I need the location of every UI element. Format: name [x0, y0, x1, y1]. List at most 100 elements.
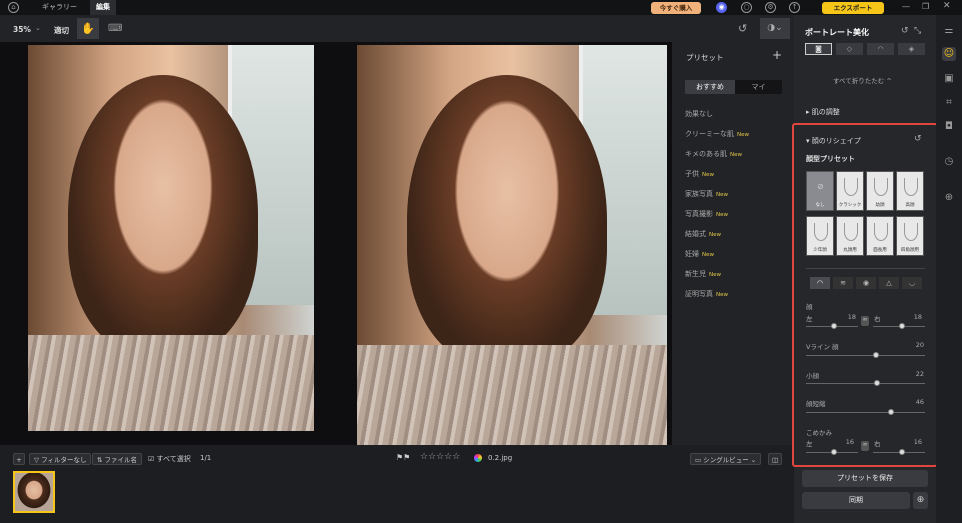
zoom-level[interactable]: 35% [13, 25, 31, 34]
sort-filename-button[interactable]: ⇅ ファイル名 [92, 453, 143, 465]
face-preset-long[interactable]: 面長用 [866, 216, 894, 256]
face-shorten-slider[interactable] [806, 412, 925, 413]
reset-icon[interactable]: ↺ [738, 22, 747, 35]
collapse-all-button[interactable]: すべて折りたたむ ^ [833, 75, 892, 85]
slider-knob[interactable] [831, 449, 837, 455]
portrait-icon[interactable]: ☺ [942, 47, 956, 61]
hair-mode-icon[interactable]: ◈ [898, 43, 925, 55]
camera-icon[interactable]: ◘ [942, 120, 956, 134]
preset-item[interactable]: 家族写真 New [685, 189, 728, 199]
vline-value: 20 [915, 341, 924, 349]
add-button[interactable]: + [13, 453, 25, 465]
toolbar: 35% ⌄ 適切 ✋ ⌨ ↺ ◑⌄ [0, 15, 794, 42]
preset-item[interactable]: 写真撮影 New [685, 209, 728, 219]
select-all-checkbox[interactable]: ☑ すべて選択 [148, 454, 191, 464]
preset-item[interactable]: 新生児 New [685, 269, 721, 279]
link-icon[interactable]: ∞ [861, 316, 869, 326]
home-icon[interactable]: ⌂ [8, 2, 19, 13]
maximize-icon[interactable]: ❐ [922, 2, 929, 11]
face-preset-baby[interactable]: 幼顔 [866, 171, 894, 211]
sync-settings-icon[interactable]: ⊕ [913, 492, 928, 509]
face-shorten-value: 46 [915, 398, 924, 406]
star-rating[interactable]: ☆☆☆☆☆ [420, 452, 460, 462]
face-left-value: 18 [847, 313, 856, 321]
link-icon[interactable]: ∞ [861, 441, 869, 451]
tab-gallery[interactable]: ギャラリー [36, 0, 83, 15]
tab-recommended[interactable]: おすすめ [685, 80, 735, 94]
preset-item[interactable]: 妊婦 New [685, 249, 714, 259]
add-icon[interactable]: ⊕ [942, 191, 956, 205]
upload-icon[interactable]: ↑ [789, 2, 800, 13]
vline-slider[interactable] [806, 355, 925, 356]
discord-icon[interactable]: ◉ [716, 2, 727, 13]
filmstrip-thumbnail[interactable] [13, 471, 55, 513]
flag-icon[interactable]: ⚑⚑ [396, 453, 410, 462]
history-icon[interactable]: ◷ [942, 155, 956, 169]
preset-item[interactable]: 子供 New [685, 169, 714, 179]
skin-section-header[interactable]: ▸ 肌の調整 [806, 107, 840, 117]
slider-knob[interactable] [873, 352, 879, 358]
slider-knob[interactable] [831, 323, 837, 329]
face-preset-square[interactable]: 四角顔用 [896, 216, 924, 256]
add-preset-icon[interactable]: + [772, 48, 782, 62]
right-label: 右 [874, 440, 881, 448]
preset-item[interactable]: キメのある肌 New [685, 149, 742, 159]
image-count: 1/1 [200, 454, 212, 462]
tab-edit[interactable]: 編集 [90, 0, 116, 15]
slider-knob[interactable] [899, 323, 905, 329]
minimize-icon[interactable]: — [902, 2, 910, 11]
slider-knob[interactable] [899, 449, 905, 455]
export-button[interactable]: エクスポート [822, 2, 884, 14]
expand-icon[interactable]: ⤡ [914, 26, 921, 36]
preset-item[interactable]: クリーミーな肌 New [685, 129, 749, 139]
right-label: 右 [874, 315, 881, 323]
mouth-icon[interactable]: ◡ [902, 277, 922, 289]
slider-knob[interactable] [874, 380, 880, 386]
face-shape-icon[interactable]: ◠ [810, 277, 830, 289]
face-preset-round[interactable]: 丸顔用 [836, 216, 864, 256]
eye-icon[interactable]: ◉ [856, 277, 876, 289]
preset-item[interactable]: 結婚式 New [685, 229, 721, 239]
sync-button[interactable]: 同期 [802, 492, 910, 509]
save-preset-button[interactable]: プリセットを保存 [802, 470, 928, 487]
body-mode-icon[interactable]: ◇ [836, 43, 863, 55]
reset-icon[interactable]: ↺ [914, 134, 922, 144]
crop-icon[interactable]: ⌗ [942, 96, 956, 110]
preset-item[interactable]: 証明写真 New [685, 289, 728, 299]
buy-now-button[interactable]: 今すぐ購入 [651, 2, 701, 14]
makeup-mode-icon[interactable]: ◠ [867, 43, 894, 55]
face-preset-high[interactable]: 高顔 [896, 171, 924, 211]
account-icon[interactable]: ○ [741, 2, 752, 13]
hand-tool-icon[interactable]: ✋ [77, 18, 99, 39]
chevron-down-icon[interactable]: ⌄ [35, 24, 41, 32]
face-preset-none[interactable]: ⊘ なし [806, 171, 834, 211]
face-preset-youth[interactable]: 少年顔 [806, 216, 834, 256]
face-mode-icon[interactable]: ◙ [805, 43, 832, 55]
edited-photo [357, 45, 667, 445]
view-mode-select[interactable]: ▭ シングルビュー ⌄ [690, 453, 762, 465]
left-label: 左 [806, 315, 813, 323]
filter-button[interactable]: ▽ フィルターなし [29, 453, 92, 465]
vline-label: Vライン 顔 [806, 343, 839, 351]
fit-button[interactable]: 適切 [54, 25, 69, 36]
reset-icon[interactable]: ↺ [901, 26, 909, 36]
small-face-slider[interactable] [806, 383, 925, 384]
color-label-icon[interactable] [474, 454, 482, 462]
preset-item[interactable]: 効果なし [685, 109, 713, 119]
nose-icon[interactable]: △ [879, 277, 899, 289]
reshape-section-header[interactable]: ▾ 顔のリシェイプ [806, 136, 861, 146]
close-icon[interactable]: ✕ [943, 1, 951, 11]
panel-toggle-icon[interactable]: ◫ [768, 453, 782, 465]
settings-icon[interactable]: ⚙ [765, 2, 776, 13]
slider-knob[interactable] [888, 409, 894, 415]
forehead-icon[interactable]: ≋ [833, 277, 853, 289]
image-canvas[interactable] [0, 42, 672, 445]
face-slider-label: 顔 [806, 303, 813, 311]
image-icon[interactable]: ▣ [942, 72, 956, 86]
face-preset-classic[interactable]: クラシック [836, 171, 864, 211]
preset-panel-title: プリセット [686, 53, 724, 62]
compare-icon[interactable]: ◑⌄ [760, 18, 790, 39]
tab-mine[interactable]: マイ [735, 80, 782, 94]
keyboard-icon[interactable]: ⌨ [108, 23, 122, 34]
adjust-icon[interactable]: ⚌ [942, 24, 956, 38]
